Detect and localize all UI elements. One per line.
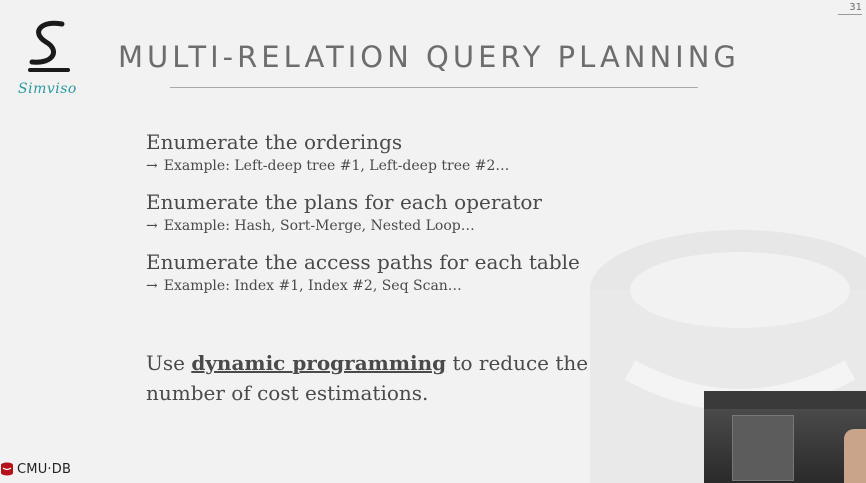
slide: 31 Simviso MULTI-RELATION QUERY PLANNING… <box>0 0 866 483</box>
summary-note: Use dynamic programming to reduce the nu… <box>146 348 666 408</box>
bullet-item: Enumerate the plans for each operator → E… <box>146 188 666 236</box>
bullet-item: Enumerate the orderings → Example: Left-d… <box>146 128 666 176</box>
slide-title: MULTI-RELATION QUERY PLANNING <box>118 40 740 74</box>
arrow-icon: → <box>146 278 158 294</box>
simviso-logo: Simviso <box>18 18 88 108</box>
arrow-icon: → <box>146 158 158 174</box>
whiteboard <box>732 415 794 481</box>
sub-bullet: → Example: Left-deep tree #1, Left-deep t… <box>146 156 666 176</box>
arrow-icon: → <box>146 218 158 234</box>
sub-bullet-text: Example: Hash, Sort-Merge, Nested Loop… <box>163 218 475 234</box>
bullet-text: Enumerate the plans for each operator <box>146 190 542 214</box>
sub-bullet: → Example: Hash, Sort-Merge, Nested Loop… <box>146 216 666 236</box>
lecturer-video-thumbnail <box>704 391 866 483</box>
bullet-text: Enumerate the access paths for each tabl… <box>146 250 580 274</box>
bullet-text: Enumerate the orderings <box>146 130 403 154</box>
bullet-item: Enumerate the access paths for each tabl… <box>146 248 666 296</box>
page-number: 31 <box>838 2 862 15</box>
sub-bullet-text: Example: Index #1, Index #2, Seq Scan… <box>163 278 462 294</box>
sub-bullet: → Example: Index #1, Index #2, Seq Scan… <box>146 276 666 296</box>
cmu-db-footer-logo: CMU·DB <box>0 458 71 480</box>
cmu-db-database-icon <box>1 462 13 476</box>
title-underline <box>170 87 698 88</box>
footer-brand-text: CMU·DB <box>17 461 72 477</box>
simviso-s-logo-icon <box>28 20 70 72</box>
note-highlight: dynamic programming <box>191 351 447 375</box>
bullet-list: Enumerate the orderings → Example: Left-d… <box>146 128 666 308</box>
note-prefix: Use <box>146 351 192 375</box>
sub-bullet-text: Example: Left-deep tree #1, Left-deep tr… <box>163 158 510 174</box>
logo-text: Simviso <box>18 81 77 97</box>
lecturer-figure <box>844 429 866 483</box>
